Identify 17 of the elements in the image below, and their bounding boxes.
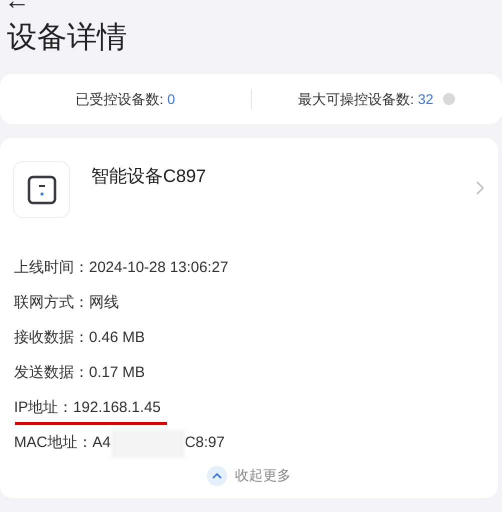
detail-text: IP地址：192.168.1.45 xyxy=(14,398,161,418)
info-icon[interactable] xyxy=(443,93,456,105)
page-title: 设备详情 xyxy=(7,20,127,56)
detail-text: C8:97 xyxy=(184,433,225,454)
chevron-up-icon xyxy=(207,466,227,486)
back-button[interactable]: ← xyxy=(4,0,30,12)
device-name: 智能设备C897 xyxy=(91,165,208,188)
collapse-button[interactable]: 收起更多 xyxy=(207,465,291,486)
detail-text: 联网方式：网线 xyxy=(14,293,119,314)
detail-text: MAC地址：A4 xyxy=(14,433,111,454)
detail-text: 发送数据：0.17 MB xyxy=(14,363,145,384)
chevron-right-icon[interactable] xyxy=(476,181,484,195)
stat-label: 最大可操控设备数: 32 xyxy=(298,90,434,108)
detail-text: 接收数据：0.46 MB xyxy=(14,328,145,348)
detail-text: 上线时间：2024-10-28 13:06:27 xyxy=(14,258,228,278)
device-icon xyxy=(13,161,70,218)
stat-label: 已受控设备数: 0 xyxy=(75,90,176,108)
